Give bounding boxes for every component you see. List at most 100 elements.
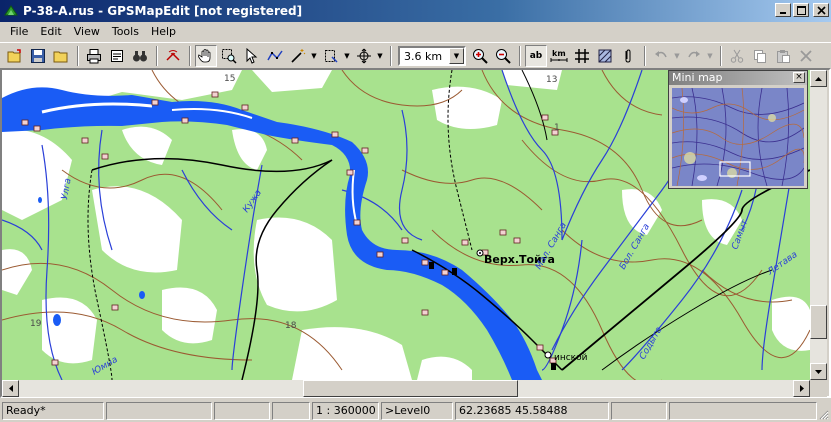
vertical-scrollbar[interactable] [810, 70, 827, 380]
scale-dropdown-arrow[interactable]: ▼ [449, 48, 464, 64]
maximize-button[interactable] [793, 3, 809, 17]
scroll-up-button[interactable] [810, 70, 827, 87]
status-pane-empty-2 [214, 401, 270, 420]
polyline-dropdown[interactable]: ▼ [310, 45, 318, 67]
pan-tool-button[interactable] [195, 45, 217, 67]
gps-button[interactable] [162, 45, 184, 67]
minimize-button[interactable] [775, 3, 791, 17]
status-pane-empty-3 [272, 401, 310, 420]
toolbar: ▼ ▼ ▼ 3.6 km ▼ ab km ▼ ▼ [0, 42, 831, 70]
horizontal-scrollbar[interactable] [2, 380, 810, 397]
zoom-rect-button[interactable] [218, 45, 240, 67]
transform-dropdown[interactable]: ▼ [376, 45, 384, 67]
cut-button[interactable] [726, 45, 748, 67]
gps-signal-icon [166, 50, 180, 61]
minimap-close-button[interactable]: × [793, 72, 805, 83]
scroll-left-button[interactable] [2, 380, 19, 397]
copy-button[interactable] [749, 45, 771, 67]
minimap-panel[interactable]: Mini map × [668, 70, 808, 189]
properties-icon [111, 50, 123, 62]
scale-value: 3.6 km [404, 49, 443, 63]
paperclip-icon [625, 49, 631, 63]
menu-tools[interactable]: Tools [106, 23, 145, 41]
redo-dropdown[interactable]: ▼ [706, 45, 714, 67]
town-label-2: инской [554, 353, 588, 363]
minimap-title-bar[interactable]: Mini map × [669, 71, 807, 85]
select-tool-button[interactable] [241, 45, 263, 67]
open-button[interactable] [4, 45, 26, 67]
delete-button[interactable] [795, 45, 817, 67]
create-polyline-button[interactable] [287, 45, 309, 67]
scale-ruler-button[interactable]: km [548, 45, 570, 67]
status-pane-empty-1 [106, 401, 212, 420]
toolbar-separator [390, 46, 392, 66]
scroll-down-button[interactable] [810, 363, 827, 380]
redo-icon [688, 51, 700, 58]
zoom-out-icon [496, 49, 511, 64]
paste-button[interactable] [772, 45, 794, 67]
undo-button[interactable] [650, 45, 672, 67]
edit-nodes-button[interactable] [264, 45, 286, 67]
app-icon [4, 5, 18, 16]
scroll-right-button[interactable] [793, 380, 810, 397]
toolbar-separator [519, 46, 521, 66]
toolbar-separator [156, 46, 158, 66]
menu-file[interactable]: File [4, 23, 34, 41]
grid-number-13: 13 [546, 75, 557, 85]
cursor-arrow-icon [246, 48, 258, 64]
undo-dropdown[interactable]: ▼ [673, 45, 681, 67]
window-title: P-38-A.rus - GPSMapEdit [not registered] [23, 4, 303, 18]
menu-view[interactable]: View [68, 23, 106, 41]
title-bar: P-38-A.rus - GPSMapEdit [not registered] [0, 0, 831, 22]
scale-select[interactable]: 3.6 km ▼ [398, 46, 466, 66]
redo-button[interactable] [683, 45, 705, 67]
properties-button[interactable] [106, 45, 128, 67]
close-button[interactable] [813, 3, 829, 17]
raster-toggle-button[interactable] [594, 45, 616, 67]
paste-icon [777, 50, 790, 63]
transform-tool-button[interactable] [353, 45, 375, 67]
trim-dropdown[interactable]: ▼ [343, 45, 351, 67]
save-icon [31, 49, 45, 63]
zoom-in-button[interactable] [469, 45, 491, 67]
status-level: >Level0 [381, 401, 453, 420]
horizontal-scroll-thumb[interactable] [303, 380, 518, 397]
status-coordinates: 62.23685 45.58488 [455, 401, 609, 420]
zoom-out-button[interactable] [492, 45, 514, 67]
trim-tool-button[interactable] [320, 45, 342, 67]
minimap-canvas[interactable] [672, 88, 804, 186]
grid-number-18: 18 [285, 321, 297, 331]
left-arrow-icon [8, 385, 13, 392]
grid-toggle-button[interactable] [571, 45, 593, 67]
grid-number-1: 1 [554, 123, 560, 133]
search-button[interactable] [129, 45, 151, 67]
ruler-km-text: km [552, 49, 566, 58]
status-scale: 1 : 360000 [312, 401, 379, 420]
status-pane-empty-5 [669, 401, 817, 420]
print-button[interactable] [83, 45, 105, 67]
vertical-scroll-thumb[interactable] [810, 305, 827, 339]
attach-button[interactable] [617, 45, 639, 67]
status-ready: Ready* [2, 401, 104, 420]
resize-grip-icon[interactable] [817, 408, 829, 420]
move-arrows-icon [357, 48, 371, 64]
labels-toggle-button[interactable]: ab [525, 45, 547, 67]
open-folder-icon [7, 49, 21, 63]
minimize-icon [780, 12, 786, 14]
grid-number-19: 19 [30, 319, 42, 329]
import-button[interactable] [50, 45, 72, 67]
save-button[interactable] [27, 45, 49, 67]
minimap-title: Mini map [672, 71, 723, 84]
zoom-in-icon [473, 49, 488, 64]
toolbar-separator [189, 46, 191, 66]
printer-icon [87, 49, 101, 64]
trim-icon [325, 50, 338, 63]
zoom-rect-icon [222, 49, 237, 64]
minimap-drawing [672, 88, 804, 186]
status-pane-empty-4 [611, 401, 667, 420]
up-arrow-icon [815, 76, 822, 81]
grid-number-15: 15 [224, 74, 235, 84]
menu-edit[interactable]: Edit [34, 23, 67, 41]
menu-help[interactable]: Help [145, 23, 182, 41]
undo-icon [655, 51, 667, 58]
